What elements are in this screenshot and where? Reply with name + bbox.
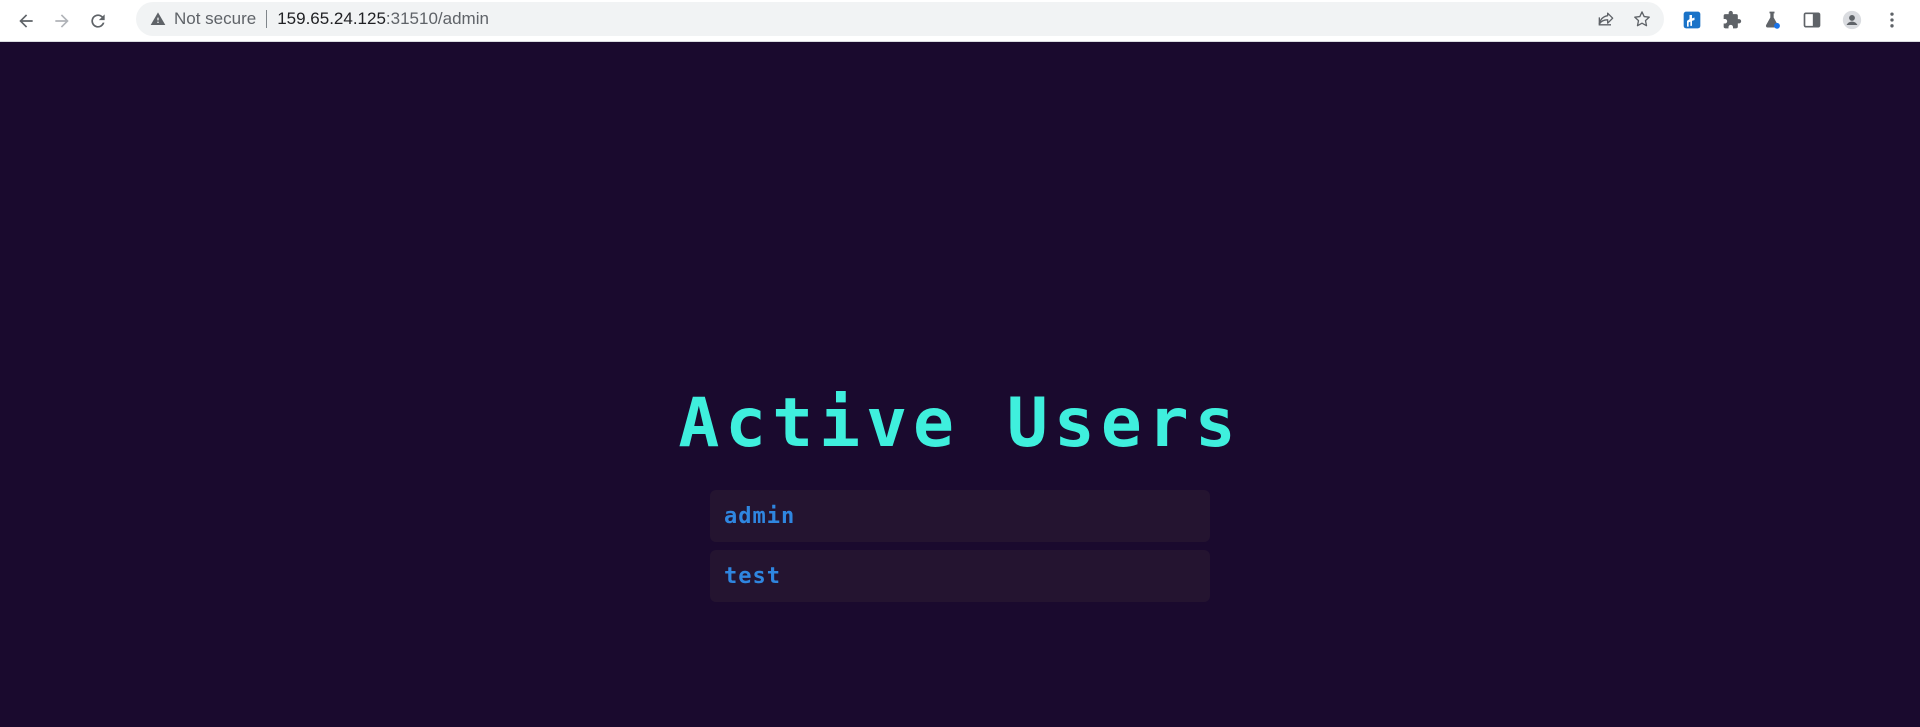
user-list: admin test	[710, 490, 1210, 610]
puzzle-icon	[1722, 10, 1742, 30]
forward-button[interactable]	[46, 5, 78, 37]
extension-icon	[1682, 10, 1702, 30]
back-button[interactable]	[10, 5, 42, 37]
side-panel-icon	[1802, 10, 1822, 30]
omnibox-divider	[266, 10, 268, 28]
reload-icon	[88, 11, 108, 31]
user-name: test	[724, 563, 781, 589]
kebab-menu-icon	[1882, 10, 1902, 30]
browser-menu-button[interactable]	[1878, 6, 1906, 34]
warning-triangle-icon	[150, 11, 166, 27]
star-icon[interactable]	[1632, 9, 1652, 29]
user-list-item[interactable]: admin	[710, 490, 1210, 542]
side-panel-button[interactable]	[1798, 6, 1826, 34]
user-list-item[interactable]: test	[710, 550, 1210, 602]
avatar-icon	[1842, 10, 1862, 30]
flask-icon	[1762, 10, 1782, 30]
user-name: admin	[724, 503, 796, 529]
page-title: Active Users	[678, 384, 1242, 463]
url-host: 159.65.24.125	[277, 9, 386, 28]
extension-button[interactable]	[1678, 6, 1706, 34]
profile-button[interactable]	[1838, 6, 1866, 34]
security-status[interactable]: Not secure	[174, 9, 256, 29]
extensions-menu-button[interactable]	[1718, 6, 1746, 34]
back-arrow-icon	[16, 11, 36, 31]
forward-arrow-icon	[52, 11, 72, 31]
reload-button[interactable]	[82, 5, 114, 37]
share-icon[interactable]	[1596, 9, 1616, 29]
url-path: :31510/admin	[385, 9, 489, 28]
address-bar[interactable]: Not secure 159.65.24.125:31510/admin	[136, 2, 1664, 36]
labs-button[interactable]	[1758, 6, 1786, 34]
page-content: Active Users admin test	[0, 42, 1920, 727]
browser-toolbar: Not secure 159.65.24.125:31510/admin	[0, 0, 1920, 42]
url-text[interactable]: 159.65.24.125:31510/admin	[277, 9, 489, 29]
